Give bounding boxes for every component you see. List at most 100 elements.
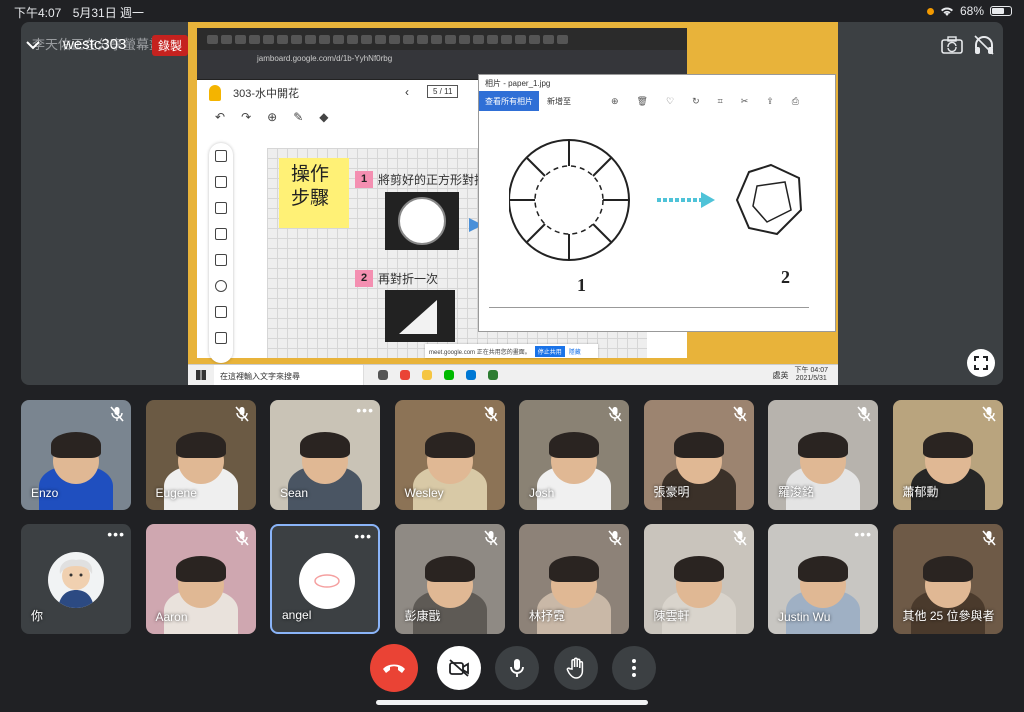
browser-tabs [197, 28, 687, 50]
avatar [48, 552, 104, 608]
participant-name: Wesley [404, 486, 444, 500]
mic-off-icon [110, 406, 124, 422]
participant-tile[interactable]: 其他 25 位參與者 [892, 524, 1003, 634]
camera-off-icon [449, 659, 469, 677]
frame-indicator: 5 / 11 [427, 85, 459, 98]
participant-hair [673, 432, 724, 458]
rotate-icon: ↻ [692, 95, 700, 106]
participant-tile[interactable]: Wesley [394, 400, 505, 510]
participant-name: 陳雲軒 [653, 609, 690, 623]
step-2: 2 再對折一次 [355, 270, 438, 287]
participant-name: 張豪明 [653, 485, 690, 499]
end-call-button[interactable] [370, 644, 418, 692]
participant-tile[interactable]: 羅浚銘 [768, 400, 878, 510]
file-explorer-icon [422, 370, 432, 380]
line-app-icon [444, 370, 454, 380]
tile-more-options-icon[interactable]: ••• [107, 526, 125, 542]
step-2-text: 再對折一次 [378, 272, 439, 286]
more-options-button[interactable] [612, 646, 656, 690]
folded-paper-photo-1 [385, 192, 459, 250]
fullscreen-icon [974, 356, 988, 370]
participant-tile[interactable]: 陳雲軒 [643, 524, 754, 634]
mic-off-icon [483, 406, 498, 422]
presentation-stage: jamboard.google.com/d/1b-YyhNf0rbg 303-水… [21, 22, 1003, 385]
home-indicator[interactable] [376, 700, 648, 705]
step-1: 1 將剪好的正方形對折 [355, 171, 486, 188]
camera-toggle-button[interactable] [437, 646, 481, 690]
jamboard-title: 303-水中開花 [233, 88, 300, 100]
task-view-icon [378, 370, 388, 380]
participant-tile[interactable]: 你 ••• [21, 524, 131, 634]
avatar [299, 553, 355, 609]
participant-hair [922, 556, 973, 582]
participant-tile[interactable]: 張豪明 [643, 400, 754, 510]
delete-icon: 🗑 [636, 95, 648, 106]
mic-off-icon [732, 406, 747, 422]
edit-icon: ✂ [740, 95, 749, 106]
crop-icon: ⌗ [717, 95, 723, 106]
participant-tile[interactable]: angel ••• [270, 524, 380, 634]
zoom-icon: ⊕ [267, 110, 278, 124]
mic-in-use-indicator-icon [926, 7, 934, 15]
participant-hair [673, 556, 724, 582]
mic-off-icon [608, 530, 622, 546]
participant-tile[interactable]: 林抒霓 [519, 524, 629, 634]
participant-name: Enzo [31, 486, 59, 500]
browser-address-bar: jamboard.google.com/d/1b-YyhNf0rbg [197, 50, 687, 68]
taskbar-date: 2021/5/31 [795, 375, 827, 382]
collapse-chevron-icon[interactable] [25, 36, 41, 52]
taskbar-search: 在這裡輸入文字來搜尋 [214, 364, 364, 385]
raise-hand-icon [566, 657, 584, 679]
mic-off-icon [732, 530, 747, 546]
step-1-text: 將剪好的正方形對折 [378, 173, 487, 187]
pen-icon: ✎ [293, 110, 304, 124]
input-language: 處英 [772, 370, 789, 380]
participant-tile[interactable]: Justin Wu ••• [768, 524, 878, 634]
stop-sharing-button: 停止共用 [534, 345, 565, 357]
microphone-button[interactable] [495, 646, 539, 690]
headphones-audio-icon[interactable] [973, 34, 995, 56]
step-1-number: 1 [355, 171, 373, 188]
raise-hand-button[interactable] [554, 646, 598, 690]
switch-camera-icon[interactable] [941, 36, 963, 54]
participant-hair [549, 556, 599, 582]
participant-name: 彭康戩 [404, 609, 441, 623]
mic-off-icon [857, 406, 871, 422]
battery-percent: 68% [959, 4, 984, 18]
participant-tile[interactable]: 蕭郁勳 [892, 400, 1003, 510]
participant-hair [175, 432, 226, 458]
participant-tile[interactable]: Aaron [145, 524, 256, 634]
mic-off-icon [608, 406, 622, 422]
undo-icon: ↶ [215, 110, 226, 124]
tile-more-options-icon[interactable]: ••• [356, 402, 374, 418]
figure-label-1: 1 [577, 275, 586, 295]
hide-notice-button: 隱藏 [568, 349, 581, 356]
participant-hair [51, 432, 101, 458]
photo-viewer-title: 相片 - paper_1.jpg [485, 79, 551, 88]
participant-tile[interactable]: Sean ••• [270, 400, 380, 510]
participant-name: Eugene [155, 486, 197, 500]
mic-off-icon [981, 530, 996, 546]
fullscreen-button[interactable] [967, 349, 995, 377]
participant-name: 其他 25 位參與者 [902, 609, 995, 623]
participant-tile[interactable]: Eugene [145, 400, 256, 510]
participant-name: 林抒霓 [529, 609, 566, 623]
participant-name: Sean [280, 486, 309, 500]
origami-diagram [509, 139, 803, 261]
divider [489, 307, 809, 308]
tile-more-options-icon[interactable]: ••• [854, 526, 872, 542]
participant-tile[interactable]: Enzo [21, 400, 131, 510]
view-all-photos-button: 查看所有相片 [479, 91, 539, 111]
mic-off-icon [981, 406, 996, 422]
status-time: 下午4:07 [14, 6, 62, 20]
participant-hair [175, 556, 226, 582]
participant-tile[interactable]: Josh [519, 400, 629, 510]
participant-name: angel [282, 608, 312, 622]
participant-name: 蕭郁勳 [902, 485, 939, 499]
microphone-icon [510, 659, 524, 677]
jamboard-logo-icon [209, 85, 221, 101]
participant-tile[interactable]: 彭康戩 [394, 524, 505, 634]
meeting-name[interactable]: westc303 [63, 36, 126, 53]
tile-more-options-icon[interactable]: ••• [354, 528, 372, 544]
battery-icon [990, 6, 1012, 16]
